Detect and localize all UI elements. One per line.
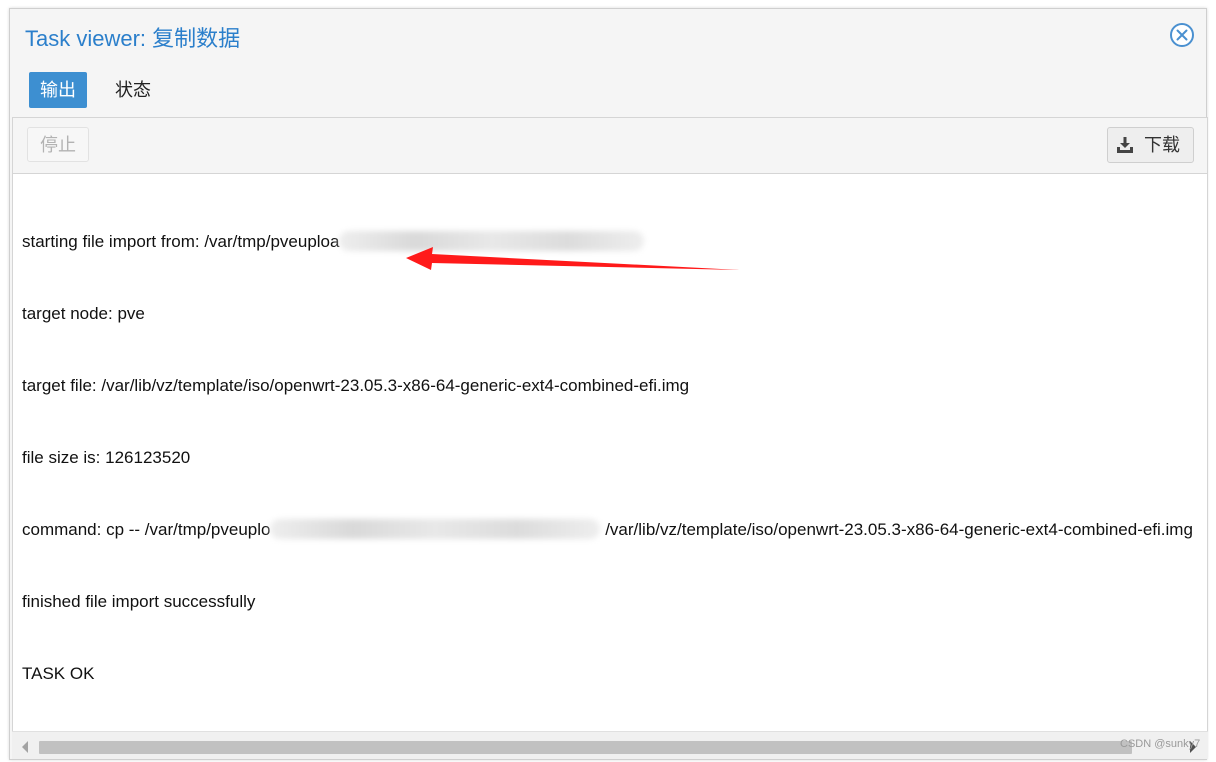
window-title: Task viewer: 复制数据 [25,21,240,53]
download-label: 下载 [1144,135,1180,155]
watermark: CSDN @sunky7 [1120,738,1201,750]
log-line-1-text: starting file import from: /var/tmp/pveu… [22,232,340,251]
toolbar: 停止 下载 [13,118,1207,174]
log-line: command: cp -- /var/tmp/pveuplo /var/lib… [22,518,1205,542]
redacted-filename-blur [270,519,601,539]
close-icon[interactable] [1169,22,1195,48]
tab-output[interactable]: 输出 [29,72,87,108]
horizontal-scrollbar[interactable] [12,731,1208,759]
scroll-left-icon[interactable] [20,740,30,754]
window-title-task: 复制数据 [152,26,241,51]
download-icon [1117,137,1133,153]
stop-button[interactable]: 停止 [27,127,89,162]
tab-status[interactable]: 状态 [104,72,162,108]
log-line: file size is: 126123520 [22,448,191,467]
log-line: finished file import successfully [22,592,256,611]
log-line: TASK OK [22,664,95,683]
output-panel: 停止 下载 starting file import from: /var/tm… [12,117,1208,759]
redacted-filename-blur [339,231,645,251]
download-button[interactable]: 下载 [1107,127,1194,163]
title-bar: Task viewer: 复制数据 [10,9,1206,63]
log-line-5-prefix: command: cp -- /var/tmp/pveuplo [22,520,271,539]
task-viewer-window: Task viewer: 复制数据 输出 状态 停止 下载 starting f… [9,8,1208,760]
window-title-prefix: Task viewer: [25,26,153,51]
log-line-5-suffix: /var/lib/vz/template/iso/openwrt-23.05.3… [600,520,1193,539]
log-line: starting file import from: /var/tmp/pveu… [22,230,1205,254]
log-line: target file: /var/lib/vz/template/iso/op… [22,376,690,395]
task-log-output: starting file import from: /var/tmp/pveu… [22,182,1205,734]
log-line: target node: pve [22,304,145,323]
scrollbar-thumb[interactable] [39,741,1132,754]
